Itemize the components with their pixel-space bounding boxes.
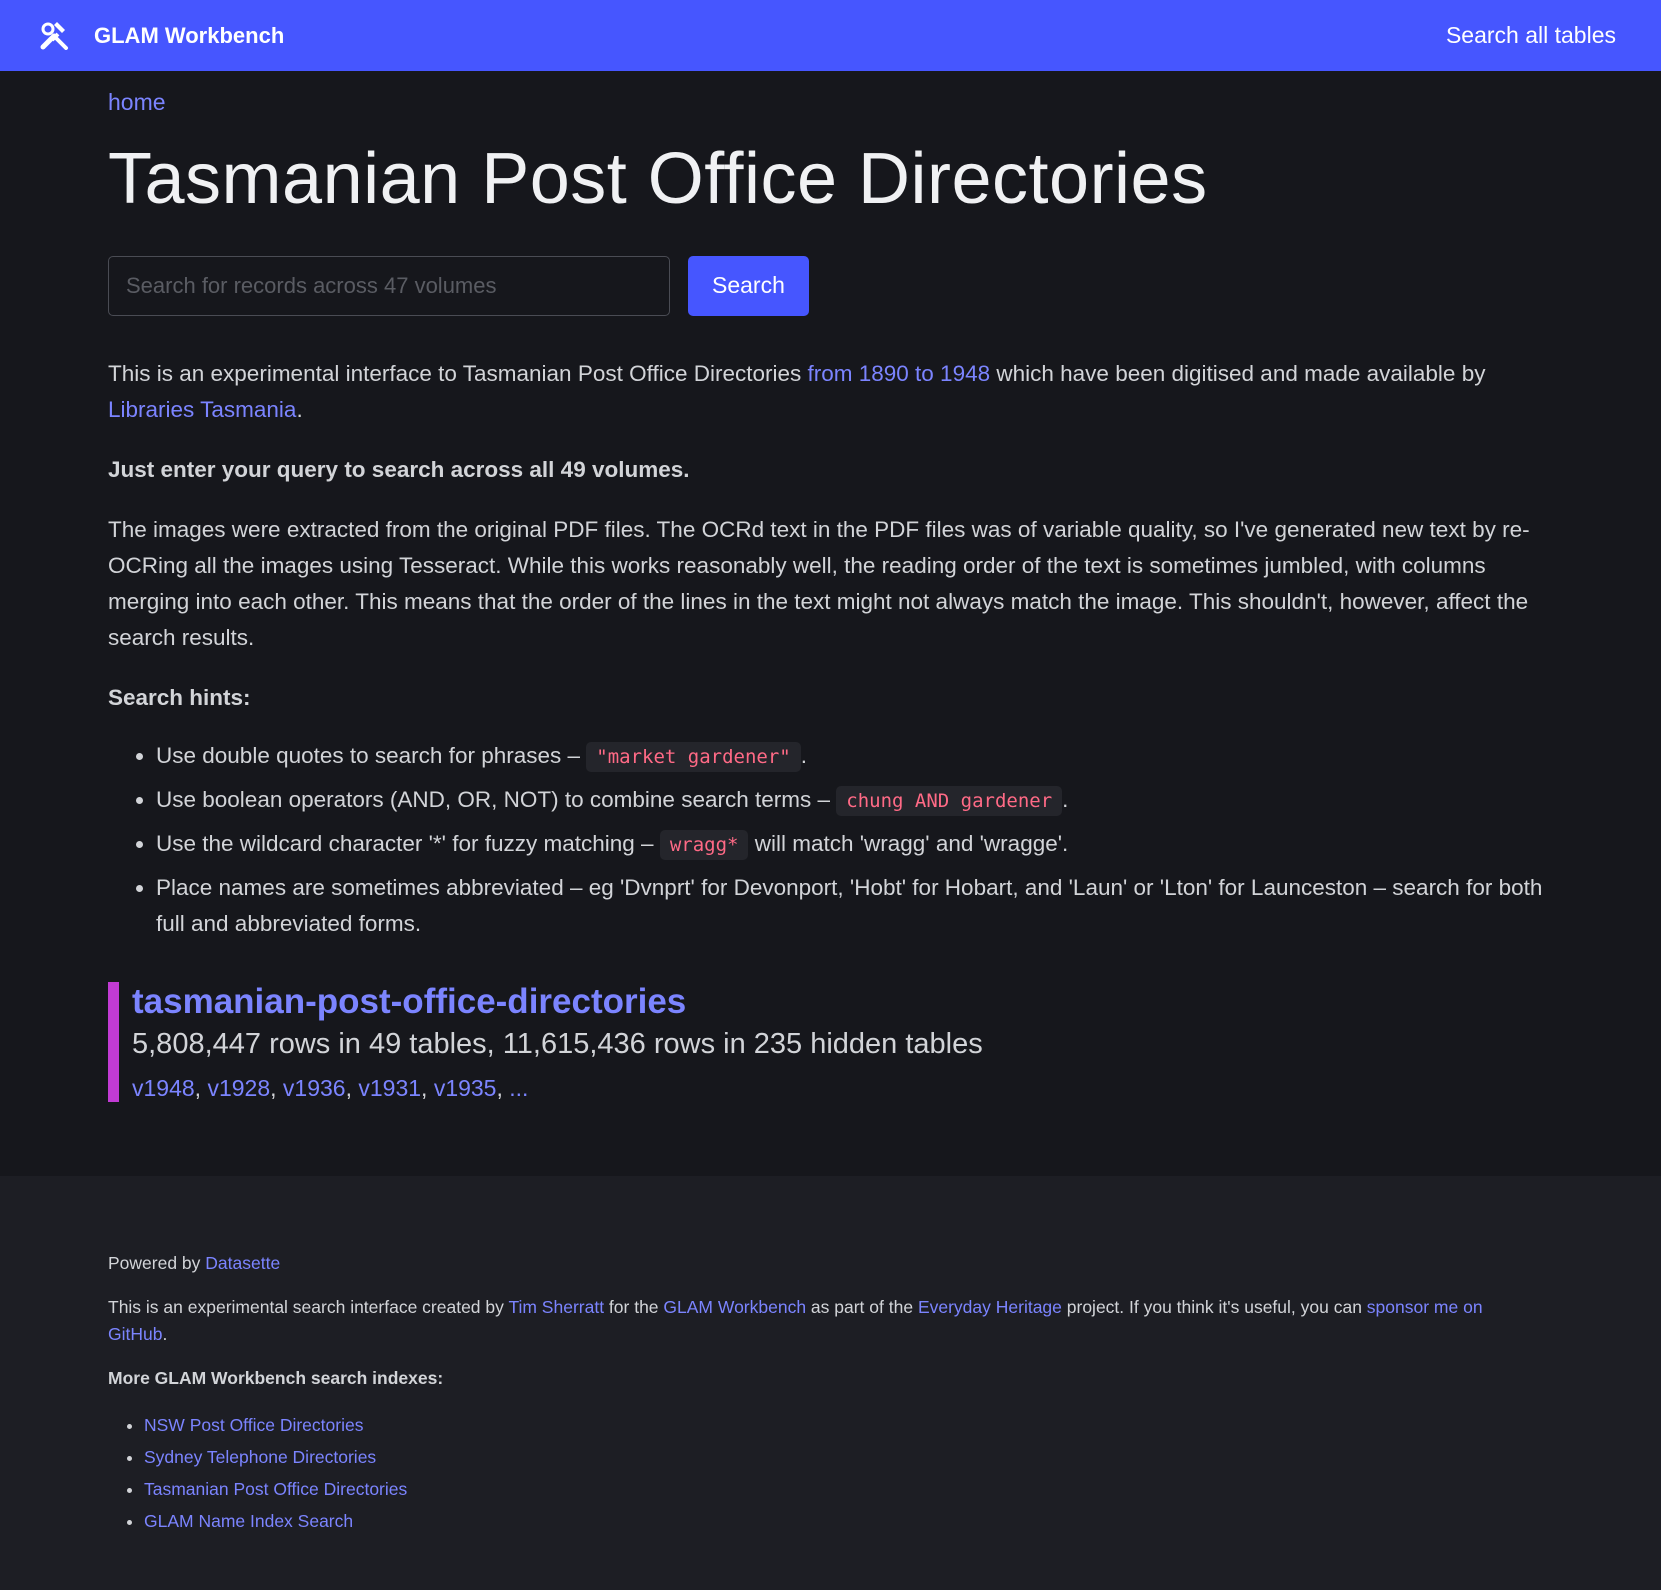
tim-sherratt-link[interactable]: Tim Sherratt — [508, 1297, 604, 1317]
top-navbar: GLAM Workbench Search all tables — [0, 0, 1661, 71]
about-text: for the — [604, 1297, 664, 1317]
table-link-v1936[interactable]: v1936 — [283, 1075, 346, 1101]
hint-code: "market gardener" — [586, 741, 801, 772]
hint-item: Use double quotes to search for phrases … — [156, 738, 1548, 775]
main-content: home Tasmanian Post Office Directories S… — [0, 71, 1548, 1102]
hint-text: Place names are sometimes abbreviated – … — [156, 874, 1543, 936]
search-all-tables-link[interactable]: Search all tables — [1446, 22, 1616, 49]
about-text: This is an experimental search interface… — [108, 1297, 509, 1317]
search-button[interactable]: Search — [688, 255, 809, 316]
search-instruction: Just enter your query to search across a… — [108, 456, 690, 482]
hint-item: Use the wildcard character '*' for fuzzy… — [156, 826, 1548, 863]
database-table-links: v1948, v1928, v1936, v1931, v1935, ... — [132, 1074, 529, 1101]
intro-text: . — [296, 396, 303, 422]
hint-text: Use the wildcard character '*' for fuzzy… — [156, 830, 660, 856]
database-title-link[interactable]: tasmanian-post-office-directories — [132, 982, 686, 1021]
about-text: as part of the — [806, 1297, 918, 1317]
brand-link[interactable]: GLAM Workbench — [40, 21, 285, 50]
nsw-directories-link[interactable]: NSW Post Office Directories — [144, 1415, 363, 1435]
hint-code: wragg* — [659, 829, 749, 860]
intro-text: which have been digitised and made avail… — [990, 360, 1486, 386]
hint-text: . — [1062, 786, 1069, 812]
database-stats: 5,808,447 rows in 49 tables, 11,615,436 … — [132, 1027, 983, 1060]
table-link-v1948[interactable]: v1948 — [132, 1075, 195, 1101]
hint-text: will match 'wragg' and 'wragge'. — [748, 830, 1069, 856]
more-tables-link[interactable]: ... — [509, 1075, 528, 1101]
hint-text: Use boolean operators (AND, OR, NOT) to … — [156, 786, 837, 812]
powered-by: Powered by Datasette — [108, 1250, 1528, 1277]
date-range-link[interactable]: from 1890 to 1948 — [807, 361, 990, 386]
hint-text: . — [800, 742, 807, 768]
ocr-paragraph: The images were extracted from the origi… — [108, 516, 1530, 650]
powered-by-text: Powered by — [108, 1253, 206, 1273]
intro-paragraph: This is an experimental interface to Tas… — [108, 356, 1548, 428]
hints-list: Use double quotes to search for phrases … — [108, 738, 1548, 942]
list-item: GLAM Name Index Search — [144, 1505, 1661, 1537]
database-card: tasmanian-post-office-directories 5,808,… — [108, 981, 1548, 1102]
hint-item: Use boolean operators (AND, OR, NOT) to … — [156, 782, 1548, 819]
tools-icon — [40, 21, 68, 50]
list-item: Tasmanian Post Office Directories — [144, 1473, 1661, 1505]
breadcrumb-home-link[interactable]: home — [108, 89, 166, 115]
table-link-v1931[interactable]: v1931 — [358, 1075, 421, 1101]
brand-name: GLAM Workbench — [94, 22, 285, 48]
hint-code: chung AND gardener — [836, 785, 1063, 816]
sydney-telephone-link[interactable]: Sydney Telephone Directories — [144, 1447, 376, 1467]
about-text: project. If you think it's useful, you c… — [1061, 1297, 1367, 1317]
search-form: Search — [108, 255, 1548, 316]
table-link-v1935[interactable]: v1935 — [434, 1075, 497, 1101]
table-link-v1928[interactable]: v1928 — [207, 1075, 270, 1101]
glam-name-index-link[interactable]: GLAM Name Index Search — [144, 1511, 353, 1531]
hint-item: Place names are sometimes abbreviated – … — [156, 870, 1548, 942]
more-indexes-list: NSW Post Office Directories Sydney Telep… — [108, 1409, 1661, 1537]
libraries-tasmania-link[interactable]: Libraries Tasmania — [108, 397, 296, 422]
footer-about: This is an experimental search interface… — [108, 1294, 1528, 1348]
more-indexes-heading: More GLAM Workbench search indexes: — [108, 1368, 444, 1388]
hint-text: Use double quotes to search for phrases … — [156, 742, 587, 768]
list-item: NSW Post Office Directories — [144, 1409, 1661, 1441]
tasmanian-directories-link[interactable]: Tasmanian Post Office Directories — [144, 1479, 407, 1499]
search-input[interactable] — [108, 255, 670, 316]
page-title: Tasmanian Post Office Directories — [108, 139, 1208, 219]
hints-heading: Search hints: — [108, 684, 251, 710]
footer: Powered by Datasette This is an experime… — [0, 1176, 1661, 1590]
glam-workbench-link[interactable]: GLAM Workbench — [663, 1297, 806, 1317]
intro-text: This is an experimental interface to Tas… — [108, 360, 808, 386]
everyday-heritage-link[interactable]: Everyday Heritage — [918, 1297, 1062, 1317]
about-text: . — [162, 1324, 168, 1344]
list-item: Sydney Telephone Directories — [144, 1441, 1661, 1473]
datasette-link[interactable]: Datasette — [205, 1253, 280, 1273]
